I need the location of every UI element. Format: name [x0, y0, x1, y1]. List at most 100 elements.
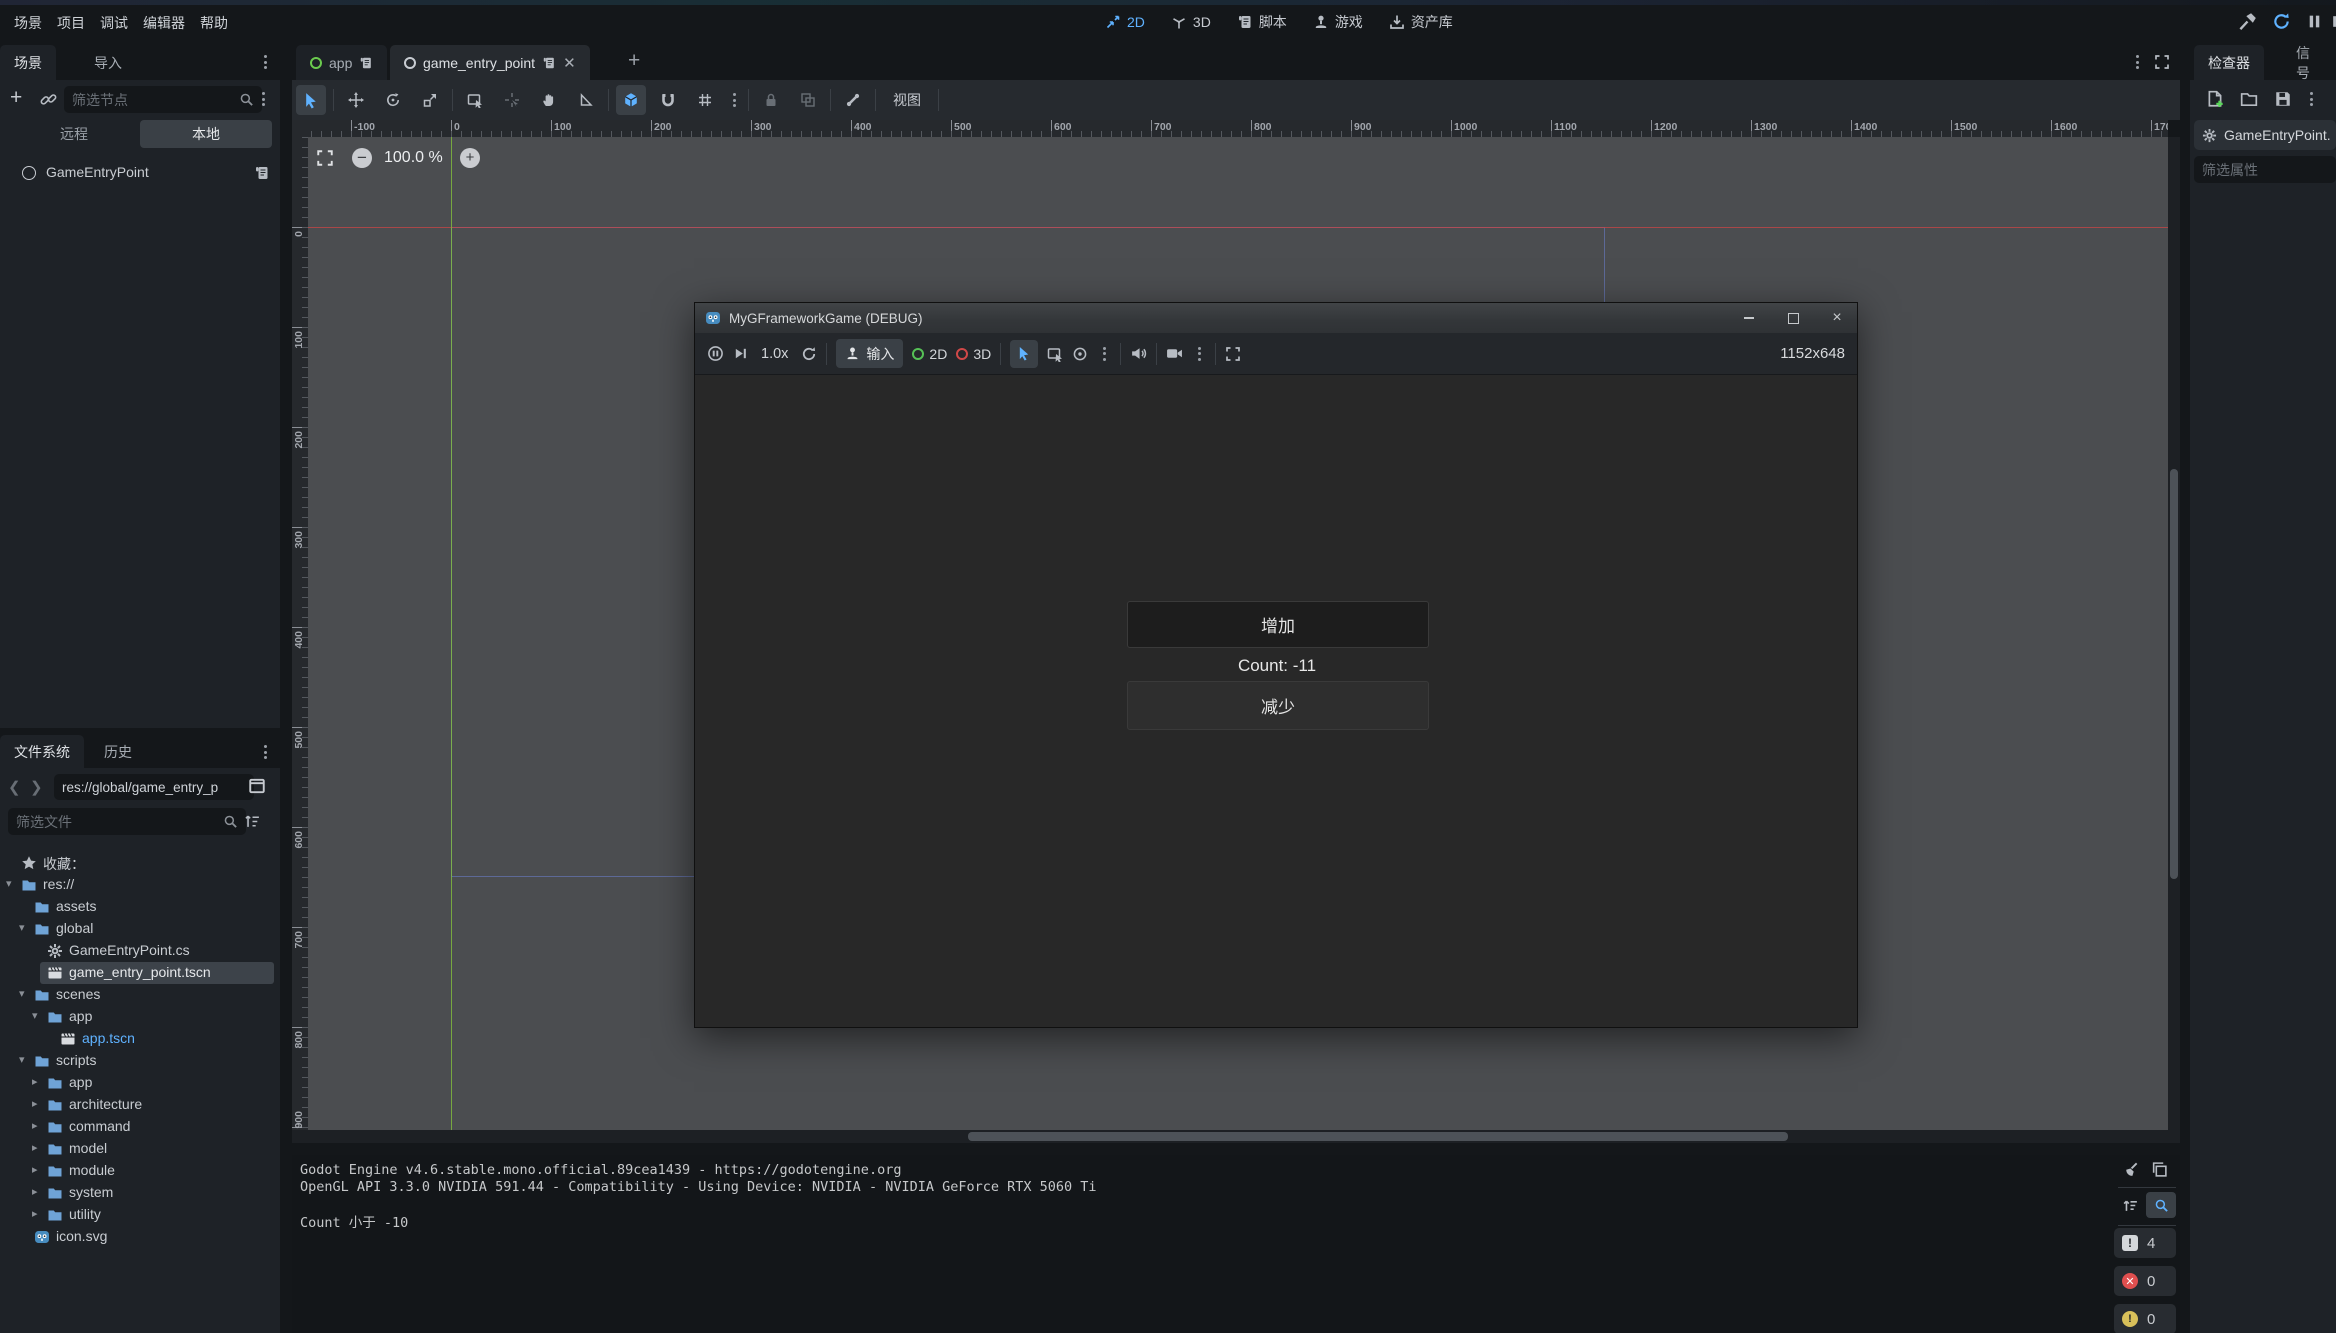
mute-audio-icon[interactable] — [1130, 345, 1147, 362]
close-window-icon[interactable]: × — [1817, 303, 1857, 333]
menu-help[interactable]: 帮助 — [200, 13, 228, 33]
decrease-button[interactable]: 减少 — [1127, 681, 1429, 730]
hscrollbar-thumb[interactable] — [968, 1132, 1788, 1141]
tree-row-game-entry-point-tscn[interactable]: game_entry_point.tscn — [0, 962, 280, 984]
pan-tool-button[interactable] — [534, 85, 564, 115]
menu-debug[interactable]: 调试 — [100, 13, 128, 33]
rotate-tool-button[interactable] — [378, 85, 408, 115]
scale-tool-button[interactable] — [415, 85, 445, 115]
game-list-select-icon[interactable] — [1047, 346, 1063, 362]
filter-properties-input[interactable]: 筛选属性 — [2194, 156, 2336, 183]
select-tool-button[interactable] — [296, 85, 326, 115]
remote-tab[interactable]: 远程 — [8, 120, 140, 148]
vscrollbar-thumb[interactable] — [2170, 469, 2178, 879]
nav-forward-icon[interactable]: ❯ — [30, 778, 43, 796]
search-output-button[interactable] — [2146, 1192, 2176, 1218]
restart-icon[interactable] — [2272, 12, 2291, 31]
scene-tree-menu-icon[interactable] — [256, 91, 270, 107]
add-node-button[interactable]: + — [10, 86, 22, 110]
pause-icon[interactable] — [2306, 13, 2323, 30]
move-tool-button[interactable] — [341, 85, 371, 115]
reset-speed-icon[interactable] — [801, 346, 817, 362]
tree-row-gameentrypoint-cs[interactable]: GameEntryPoint.cs — [0, 940, 280, 962]
tree-row-global[interactable]: ▾global — [0, 918, 280, 940]
suspend-icon[interactable] — [707, 345, 724, 362]
path-field[interactable]: res://global/game_entry_p — [54, 774, 254, 800]
tab-import[interactable]: 导入 — [80, 45, 136, 80]
new-scene-tab-button[interactable]: + — [628, 49, 640, 73]
tab-scene[interactable]: 场景 — [0, 45, 56, 80]
filter-messages-icon[interactable] — [2122, 1197, 2139, 1214]
view-menu-button[interactable]: 视图 — [883, 90, 931, 110]
tree-row-res[interactable]: ▾res:// — [0, 874, 280, 896]
input-mode-button[interactable]: 输入 — [836, 339, 903, 368]
zoom-out-button[interactable]: − — [352, 148, 372, 168]
tab-history[interactable]: 历史 — [90, 735, 146, 768]
close-tab-icon[interactable]: ✕ — [563, 54, 576, 72]
tree-row-app-tscn[interactable]: app.tscn — [0, 1028, 280, 1050]
canvas-vscrollbar[interactable] — [2168, 137, 2180, 1130]
copy-output-icon[interactable] — [2151, 1161, 2168, 1178]
canvas-hscrollbar[interactable] — [292, 1130, 2180, 1143]
tab-inspector[interactable]: 检查器 — [2194, 45, 2264, 80]
scene-tree-root-row[interactable]: GameEntryPoint — [0, 162, 280, 186]
game-window-titlebar[interactable]: MyGFrameworkGame (DEBUG) × — [695, 303, 1857, 333]
tree-row-assets[interactable]: assets — [0, 896, 280, 918]
override-2d-button[interactable]: 2D — [912, 346, 947, 362]
grid-snap-button[interactable] — [653, 85, 683, 115]
ruler-tool-button[interactable] — [571, 85, 601, 115]
expand-viewport-icon[interactable] — [2154, 54, 2170, 70]
tree-row-scripts[interactable]: ▾scripts — [0, 1050, 280, 1072]
workspace-assetlib[interactable]: 资产库 — [1389, 12, 1453, 32]
scene-dock-menu-icon[interactable] — [258, 54, 272, 70]
tree-row-module[interactable]: ▸module — [0, 1160, 280, 1182]
clear-output-icon[interactable] — [2122, 1161, 2139, 1178]
embed-fullscreen-icon[interactable] — [1225, 346, 1241, 362]
tab-filesystem[interactable]: 文件系统 — [0, 735, 84, 768]
zoom-in-button[interactable]: + — [460, 148, 480, 168]
warning-count-badge[interactable]: ! 0 — [2114, 1304, 2176, 1333]
message-count-badge[interactable]: ! 4 — [2114, 1228, 2176, 1258]
tree-row-scenes-app[interactable]: ▾app — [0, 1006, 280, 1028]
stop-icon[interactable] — [2330, 13, 2336, 30]
tree-row-model[interactable]: ▸model — [0, 1138, 280, 1160]
lock-button[interactable] — [756, 85, 786, 115]
workspace-script[interactable]: 脚本 — [1237, 12, 1287, 32]
focus-target-icon[interactable] — [1072, 346, 1088, 362]
workspace-3d[interactable]: 3D — [1171, 14, 1211, 30]
sort-files-icon[interactable] — [244, 813, 261, 830]
build-hammer-icon[interactable] — [2238, 12, 2257, 31]
speed-selector[interactable]: 1.0x — [757, 346, 792, 362]
tab-signals[interactable]: 信号 — [2282, 45, 2336, 80]
menu-project[interactable]: 项目 — [57, 13, 85, 33]
tree-row-icon-svg[interactable]: icon.svg — [0, 1226, 280, 1248]
new-resource-icon[interactable] — [2206, 90, 2224, 108]
zoom-level[interactable]: 100.0 % — [384, 149, 443, 167]
tree-row-favorites[interactable]: 收藏： — [0, 852, 280, 874]
tree-row-system[interactable]: ▸system — [0, 1182, 280, 1204]
center-view-icon[interactable] — [316, 149, 334, 167]
scene-tab-game-entry-point[interactable]: game_entry_point ✕ — [390, 45, 590, 80]
camera-icon[interactable] — [1166, 345, 1183, 362]
game-menu-icon[interactable] — [1192, 346, 1206, 362]
game-select-menu-icon[interactable] — [1097, 346, 1111, 362]
click-select-button[interactable] — [497, 85, 527, 115]
tree-row-command[interactable]: ▸command — [0, 1116, 280, 1138]
snap-options-button[interactable] — [690, 85, 720, 115]
error-count-badge[interactable]: ✕ 0 — [2114, 1266, 2176, 1296]
split-dock-icon[interactable] — [248, 777, 266, 795]
local-tab[interactable]: 本地 — [140, 120, 272, 148]
menu-editor[interactable]: 编辑器 — [143, 13, 185, 33]
list-select-button[interactable] — [460, 85, 490, 115]
filter-files-input[interactable]: 筛选文件 — [8, 808, 246, 835]
resource-menu-icon[interactable] — [2304, 91, 2318, 107]
smart-snap-button[interactable] — [616, 85, 646, 115]
instantiate-link-icon[interactable] — [40, 91, 57, 108]
override-3d-button[interactable]: 3D — [956, 346, 991, 362]
increase-button[interactable]: 增加 — [1127, 601, 1429, 648]
tree-row-architecture[interactable]: ▸architecture — [0, 1094, 280, 1116]
minimize-button[interactable] — [1729, 303, 1769, 333]
snap-menu-icon[interactable] — [727, 92, 741, 108]
edited-object-button[interactable]: GameEntryPoint. — [2194, 120, 2336, 150]
scene-tabs-menu-icon[interactable] — [2130, 54, 2144, 70]
